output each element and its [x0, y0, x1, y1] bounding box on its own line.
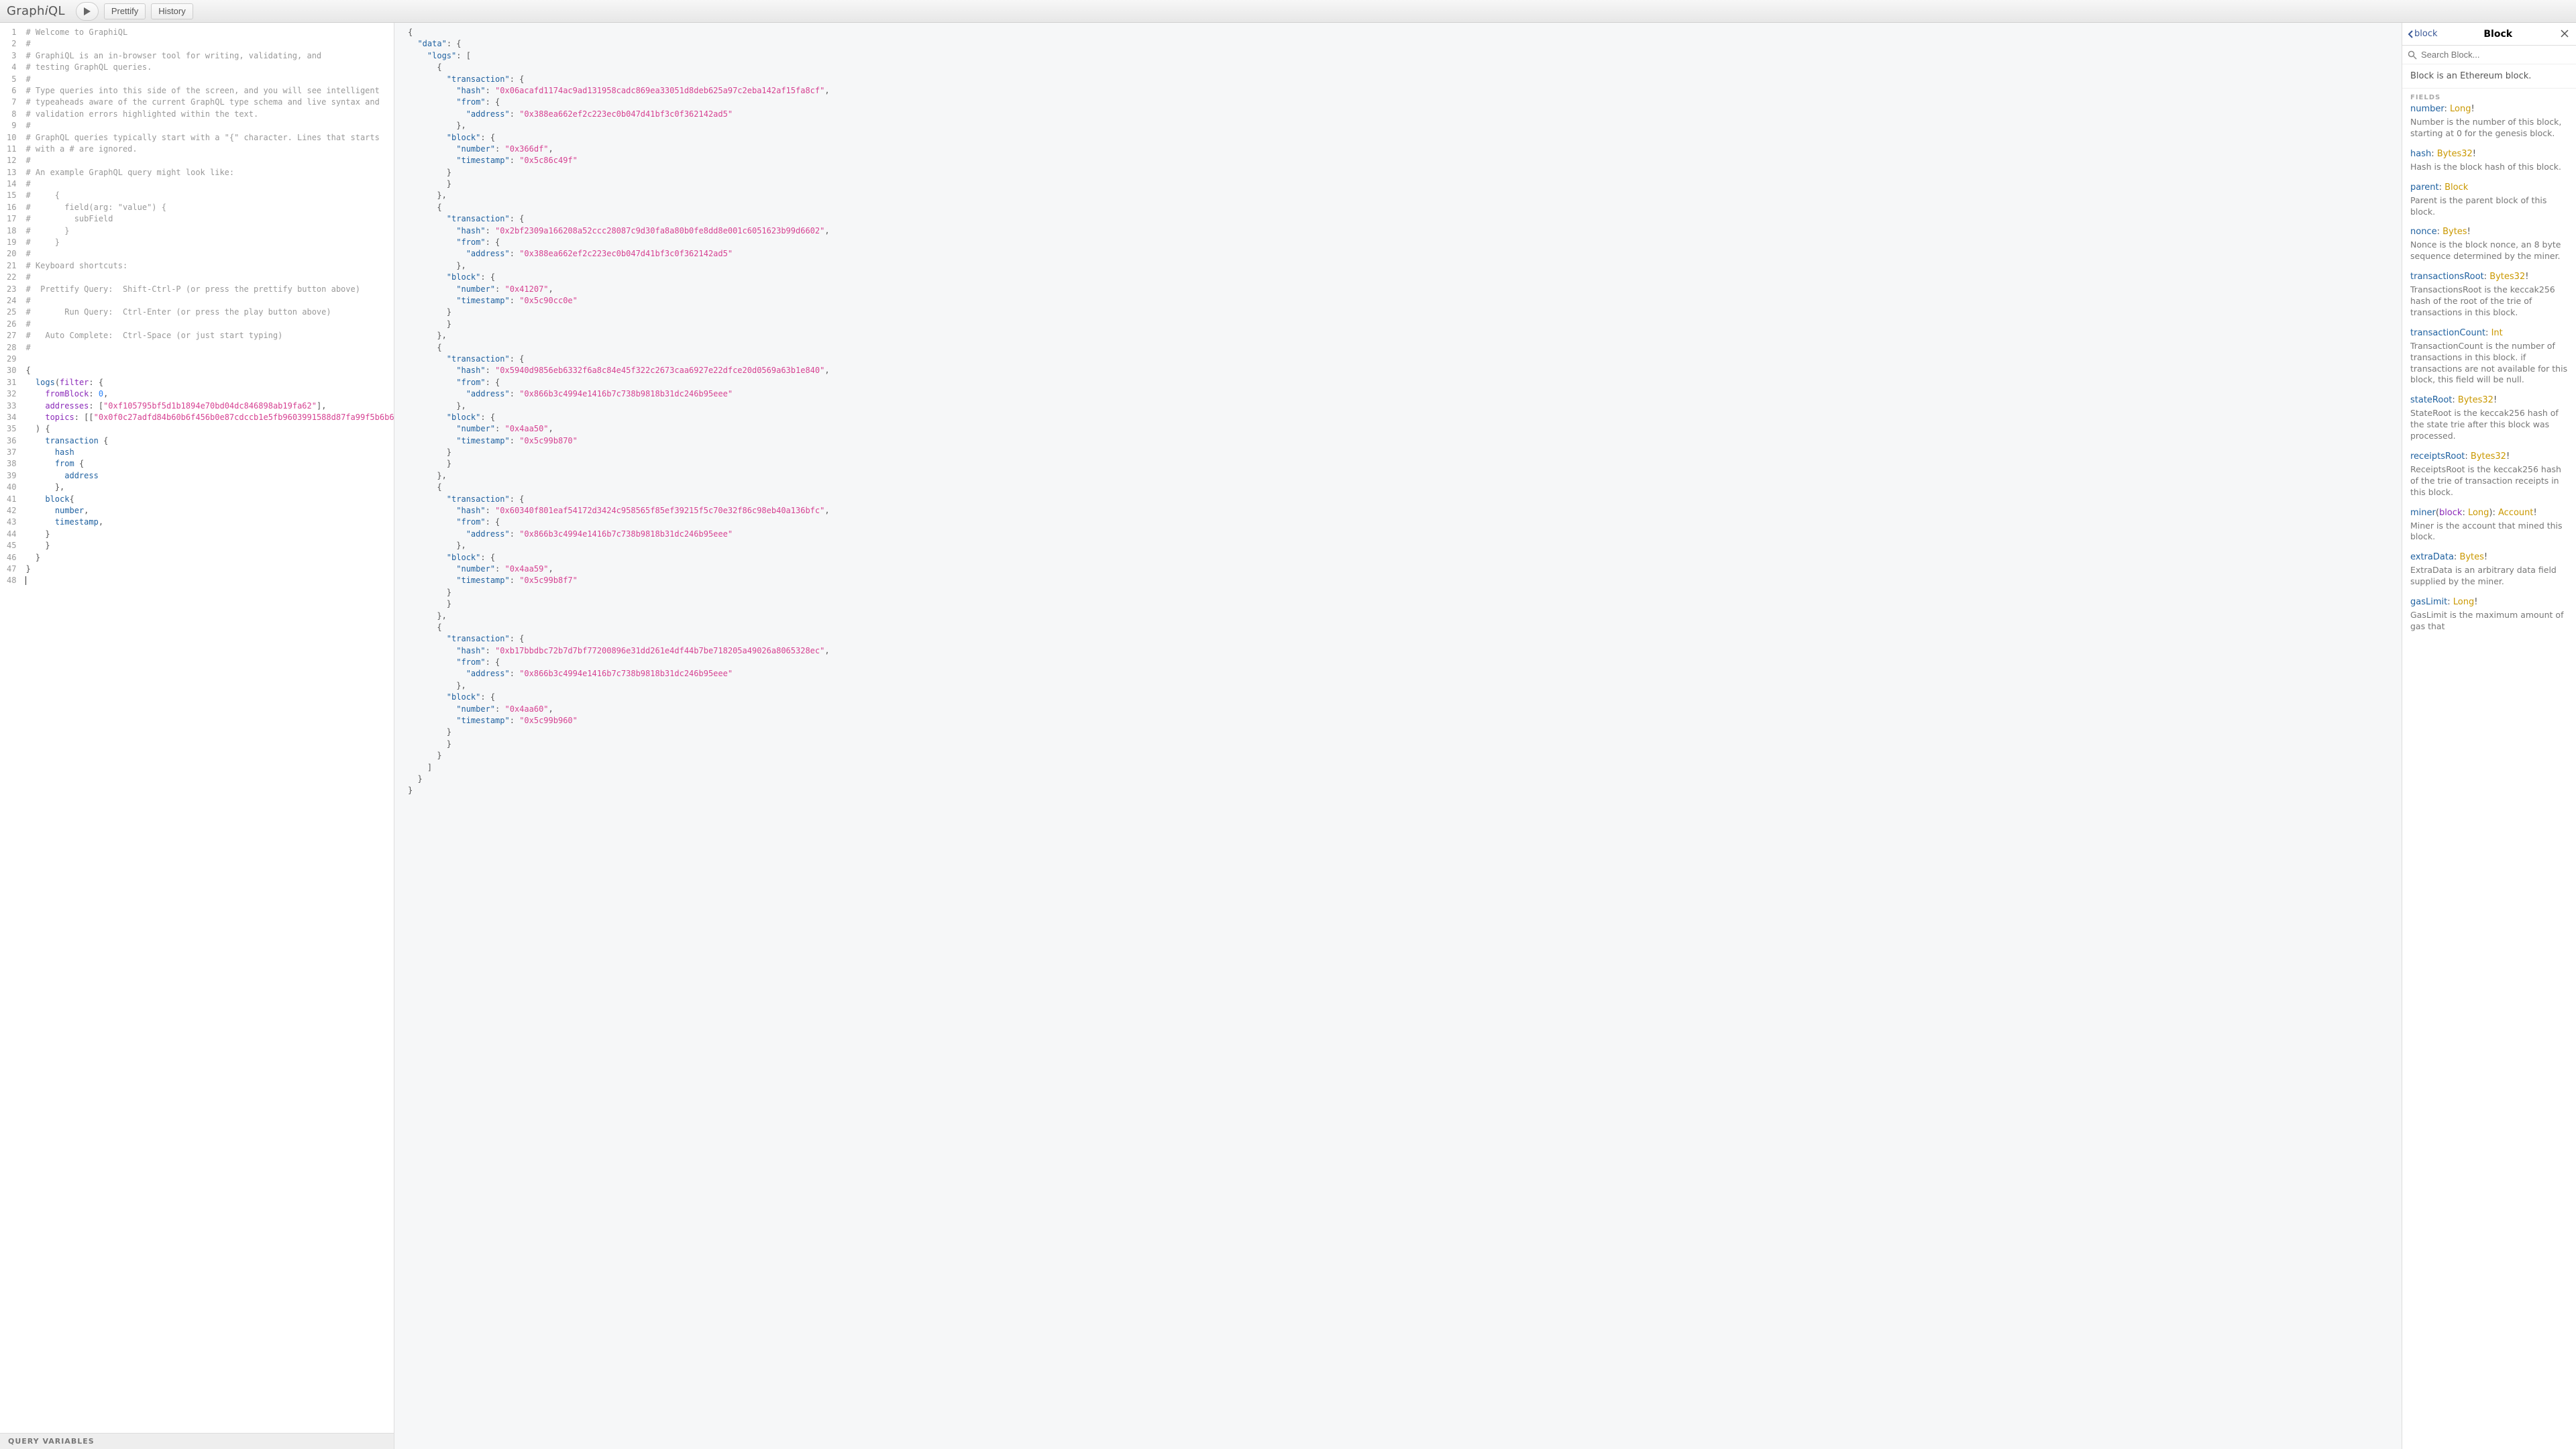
field-description: Nonce is the block nonce, an 8 byte sequ…	[2410, 239, 2568, 262]
field-signature: receiptsRoot: Bytes32!	[2410, 451, 2568, 462]
topbar: GraphiQL Prettify History	[0, 0, 2576, 23]
result-code[interactable]: { "data": { "logs": [ { "transaction": {…	[394, 23, 2402, 801]
field-signature: stateRoot: Bytes32!	[2410, 395, 2568, 405]
execute-button[interactable]	[76, 2, 99, 21]
docs-field-receiptsRoot[interactable]: receiptsRoot: Bytes32! ReceiptsRoot is th…	[2410, 451, 2568, 498]
field-description: Parent is the parent block of this block…	[2410, 195, 2568, 218]
field-signature: gasLimit: Long!	[2410, 597, 2568, 607]
field-description: ExtraData is an arbitrary data field sup…	[2410, 565, 2568, 588]
field-description: TransactionsRoot is the keccak256 hash o…	[2410, 284, 2568, 319]
field-description: Number is the number of this block, star…	[2410, 117, 2568, 140]
docs-fields-label: FIELDS	[2402, 89, 2576, 104]
docs-back-button[interactable]: block	[2408, 29, 2438, 39]
field-description: ReceiptsRoot is the keccak256 hash of th…	[2410, 464, 2568, 498]
query-editor-pane: 1234567891011121314151617181920212223242…	[0, 23, 394, 1449]
docs-field-transactionsRoot[interactable]: transactionsRoot: Bytes32! TransactionsRo…	[2410, 272, 2568, 319]
field-signature: transactionsRoot: Bytes32!	[2410, 272, 2568, 282]
field-signature: parent: Block	[2410, 182, 2568, 193]
query-editor[interactable]: 1234567891011121314151617181920212223242…	[0, 23, 394, 1433]
line-gutter: 1234567891011121314151617181920212223242…	[0, 23, 20, 1433]
result-pane: { "data": { "logs": [ { "transaction": {…	[394, 23, 2402, 1449]
prettify-button[interactable]: Prettify	[104, 3, 146, 19]
query-variables-bar[interactable]: QUERY VARIABLES	[0, 1433, 394, 1449]
play-icon	[83, 7, 91, 16]
chevron-left-icon	[2408, 30, 2413, 38]
field-signature: hash: Bytes32!	[2410, 149, 2568, 159]
field-description: GasLimit is the maximum amount of gas th…	[2410, 610, 2568, 633]
docs-pane: block Block Block is an Ethereum block. …	[2402, 23, 2576, 1449]
docs-search-row	[2402, 46, 2576, 64]
docs-field-nonce[interactable]: nonce: Bytes! Nonce is the block nonce, a…	[2410, 227, 2568, 262]
docs-field-number[interactable]: number: Long! Number is the number of thi…	[2410, 104, 2568, 140]
docs-fields-list[interactable]: number: Long! Number is the number of thi…	[2402, 104, 2576, 1449]
docs-field-parent[interactable]: parent: Block Parent is the parent block …	[2410, 182, 2568, 218]
docs-field-stateRoot[interactable]: stateRoot: Bytes32! StateRoot is the kecc…	[2410, 395, 2568, 442]
field-signature: number: Long!	[2410, 104, 2568, 114]
field-signature: transactionCount: Int	[2410, 328, 2568, 338]
main: 1234567891011121314151617181920212223242…	[0, 23, 2576, 1449]
field-description: StateRoot is the keccak256 hash of the s…	[2410, 408, 2568, 442]
query-code[interactable]: # Welcome to GraphiQL # # GraphiQL is an…	[20, 23, 394, 1433]
field-description: TransactionCount is the number of transa…	[2410, 341, 2568, 386]
field-description: Hash is the block hash of this block.	[2410, 162, 2568, 173]
docs-field-miner[interactable]: miner(block: Long): Account! Miner is the…	[2410, 508, 2568, 543]
field-signature: miner(block: Long): Account!	[2410, 508, 2568, 518]
search-icon	[2408, 50, 2417, 60]
docs-close-button[interactable]	[2559, 28, 2571, 40]
field-signature: nonce: Bytes!	[2410, 227, 2568, 237]
docs-field-extraData[interactable]: extraData: Bytes! ExtraData is an arbitra…	[2410, 552, 2568, 588]
docs-title: Block	[2438, 29, 2559, 40]
close-icon	[2561, 30, 2569, 38]
docs-field-gasLimit[interactable]: gasLimit: Long! GasLimit is the maximum a…	[2410, 597, 2568, 633]
docs-type-description: Block is an Ethereum block.	[2402, 64, 2576, 89]
docs-field-transactionCount[interactable]: transactionCount: Int TransactionCount is…	[2410, 328, 2568, 386]
app-logo: GraphiQL	[7, 4, 65, 18]
docs-field-hash[interactable]: hash: Bytes32! Hash is the block hash of …	[2410, 149, 2568, 173]
docs-header: block Block	[2402, 23, 2576, 46]
docs-search-input[interactable]	[2421, 50, 2571, 60]
field-description: Miner is the account that mined this blo…	[2410, 521, 2568, 543]
history-button[interactable]: History	[151, 3, 193, 19]
field-signature: extraData: Bytes!	[2410, 552, 2568, 562]
